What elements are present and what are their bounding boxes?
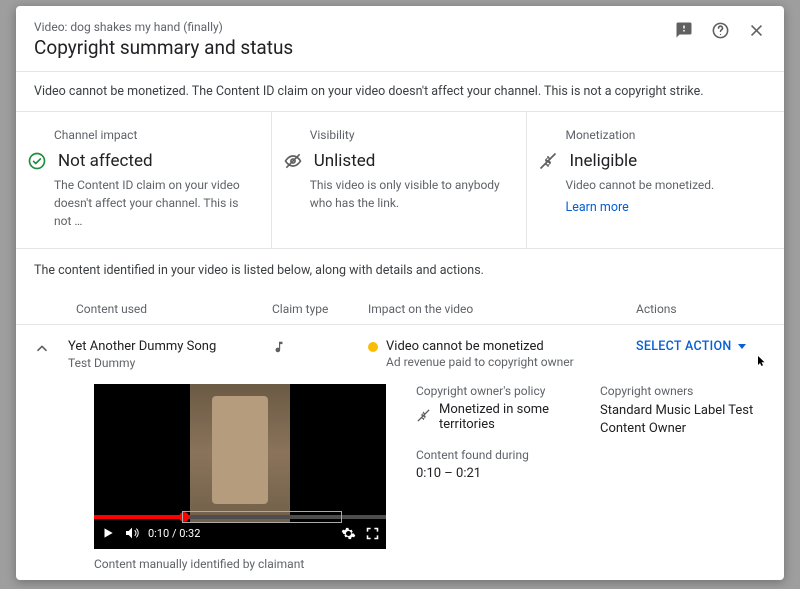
policy-value: Monetized in some territories [439,402,582,432]
panel-label: Visibility [310,128,509,142]
claims-table-header: Content used Claim type Impact on the vi… [16,292,784,325]
panel-desc: This video is only visible to anybody wh… [310,176,509,212]
close-icon[interactable] [746,20,766,40]
panel-value: Not affected [58,151,153,171]
status-panels: Channel impact Not affected The Content … [16,112,784,249]
settings-icon[interactable] [340,525,356,541]
help-icon[interactable] [710,20,730,40]
video-player[interactable]: 0:10 / 0:32 [94,384,386,549]
impact-main: Video cannot be monetized [386,339,544,354]
unlisted-icon [282,150,304,172]
volume-icon[interactable] [124,525,140,541]
video-thumbnail [190,384,290,522]
claim-title: Yet Another Dummy Song [68,339,272,354]
learn-more-link[interactable]: Learn more [565,200,765,215]
fullscreen-icon[interactable] [364,525,380,541]
select-action-button[interactable]: SELECT ACTION [636,339,732,354]
panel-value: Unlisted [314,151,376,171]
manual-id-note: Content manually identified by claimant [34,557,766,571]
col-actions: Actions [636,302,766,316]
player-time: 0:10 / 0:32 [148,527,200,540]
col-claim: Claim type [272,302,368,316]
found-value: 0:10 – 0:21 [416,466,481,481]
panel-label: Monetization [565,128,765,142]
claim-artist: Test Dummy [68,356,272,370]
monetization-off-icon [537,150,559,172]
col-impact: Impact on the video [368,302,636,316]
panel-visibility: Visibility Unlisted This video is only v… [272,112,528,248]
play-icon[interactable] [100,525,116,541]
breadcrumb: Video: dog shakes my hand (finally) [34,20,674,34]
policy-label: Copyright owner's policy [416,384,582,398]
collapse-toggle[interactable] [34,339,68,357]
chevron-down-icon [738,344,746,349]
dialog-header: Video: dog shakes my hand (finally) Copy… [16,6,784,72]
panel-channel-impact: Channel impact Not affected The Content … [16,112,272,248]
col-content: Content used [76,302,272,316]
panel-desc: Video cannot be monetized. [565,176,765,194]
page-title: Copyright summary and status [34,36,674,59]
feedback-icon[interactable] [674,20,694,40]
owners-label: Copyright owners [600,384,766,398]
monetization-off-icon [416,408,431,427]
owners-value: Standard Music Label Test Content Owner [600,402,766,438]
copyright-dialog: Video: dog shakes my hand (finally) Copy… [16,6,784,580]
music-note-icon [272,339,286,358]
panel-monetization: Monetization Ineligible Video cannot be … [527,112,783,248]
content-note: The content identified in your video is … [16,249,784,292]
impact-sub: Ad revenue paid to copyright owner [386,355,636,369]
panel-desc: The Content ID claim on your video doesn… [54,176,253,230]
cursor-icon [756,355,768,367]
claim-row: Yet Another Dummy Song Test Dummy Video … [16,325,784,589]
panel-label: Channel impact [54,128,253,142]
found-label: Content found during [416,448,582,462]
strike-note: Video cannot be monetized. The Content I… [16,72,784,112]
panel-value: Ineligible [569,151,637,171]
warning-dot-icon [368,342,378,352]
check-circle-icon [26,150,48,172]
